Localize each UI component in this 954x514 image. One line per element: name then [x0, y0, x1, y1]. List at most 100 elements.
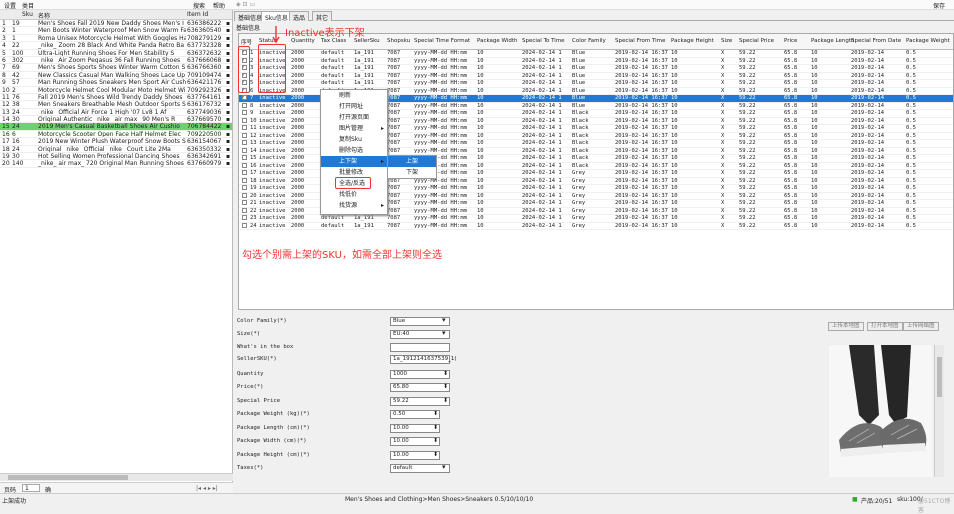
- listing-up-item[interactable]: 上架: [388, 156, 436, 167]
- context-menu-item[interactable]: 找低价: [321, 189, 387, 200]
- context-menu-item[interactable]: 上下架: [321, 156, 387, 167]
- grid-header-cell[interactable]: Special Time Format: [414, 38, 470, 44]
- grid-header-cell[interactable]: Package Height: [671, 38, 714, 44]
- field-input[interactable]: 65.80: [390, 383, 450, 392]
- col-sku[interactable]: Sku: [22, 11, 33, 18]
- table-row[interactable]: 9 57 Man Running Shoes Sneakers Men Sport …: [0, 79, 232, 87]
- table-row[interactable]: 13 24 _nike_ Official Air Force 1 High '07…: [0, 109, 232, 117]
- table-row[interactable]: 16 6 Motorcycle Scooter Open Face Half Hel…: [0, 131, 232, 139]
- chevron-down-icon[interactable]: ▾: [442, 463, 446, 471]
- listing-down-item[interactable]: 下架: [388, 167, 436, 178]
- row-checkbox[interactable]: [242, 222, 247, 228]
- grid-header-cell[interactable]: Package Length: [811, 38, 855, 44]
- pager-nav-buttons[interactable]: |◂ ◂ ▸ ▸|: [196, 485, 218, 492]
- page-input[interactable]: 1: [22, 484, 40, 492]
- context-menu-item[interactable]: 打开源页面: [321, 112, 387, 123]
- context-menu-item[interactable]: 刷新: [321, 90, 387, 101]
- row-checkbox[interactable]: [242, 102, 247, 108]
- row-checkbox[interactable]: [242, 147, 247, 153]
- tab-selection[interactable]: 选品: [289, 11, 310, 22]
- grid-row[interactable]: 24 inactive 2000 default 1a_191 7087 yyyy-MM-d…: [239, 222, 953, 230]
- stepper-icon[interactable]: ⬍: [433, 437, 438, 444]
- grid-header-cell[interactable]: Special From Date: [851, 38, 901, 44]
- field-input[interactable]: 59.22: [390, 397, 450, 406]
- upload-web-image-button[interactable]: 上传网络图: [903, 322, 939, 331]
- table-row[interactable]: 19 30 Hot Selling Women Professional Danci…: [0, 153, 232, 161]
- stepper-icon[interactable]: ⬍: [433, 410, 438, 417]
- grid-header-cell[interactable]: Size: [721, 38, 732, 44]
- row-checkbox[interactable]: [242, 155, 247, 160]
- row-checkbox[interactable]: [242, 125, 247, 130]
- grid-row[interactable]: 3inactive2000default1a_1917087yyyy-MM-dd…: [239, 65, 953, 73]
- table-row[interactable]: 20 140 _nike_ air max_ 720 Original Man Ru…: [0, 160, 232, 168]
- row-checkbox[interactable]: [242, 192, 247, 198]
- table-row[interactable]: 15 24 2019 Men's Casual Basketball Shoes A…: [0, 123, 232, 131]
- field-input[interactable]: Blue: [390, 317, 450, 326]
- table-row[interactable]: 6 302 _nike_ Air Zoom Pegasus 36 Fall Runn…: [0, 57, 232, 65]
- grid-header-cell[interactable]: Shopsku: [387, 38, 410, 44]
- row-checkbox[interactable]: [242, 110, 247, 115]
- row-checkbox[interactable]: [242, 117, 247, 123]
- grid-header-cell[interactable]: Package Width: [477, 38, 518, 44]
- grid-header-cell[interactable]: Special From Time: [615, 38, 665, 44]
- context-menu-item[interactable]: 打开网址: [321, 101, 387, 112]
- table-row[interactable]: 4 22 _nike_ Zoom 28 Black And White Panda …: [0, 42, 232, 50]
- grid-header-cell[interactable]: Special To Time: [522, 38, 565, 44]
- row-checkbox[interactable]: [242, 207, 247, 213]
- grid-header-cell[interactable]: Special Price: [739, 38, 774, 44]
- chevron-down-icon[interactable]: ▾: [442, 329, 446, 337]
- save-button[interactable]: 保存: [933, 1, 945, 10]
- menu-settings[interactable]: 设置: [4, 1, 16, 10]
- menu-category[interactable]: 类目: [22, 1, 34, 10]
- menu-help[interactable]: 帮助: [213, 1, 225, 10]
- table-row[interactable]: 7 69 Men's Shoes Sports Shoes Winter Warm …: [0, 64, 232, 72]
- stepper-icon[interactable]: ⬍: [443, 397, 448, 404]
- stepper-icon[interactable]: ⬍: [433, 424, 438, 431]
- context-menu-item[interactable]: 图片管理: [321, 123, 387, 134]
- row-checkbox[interactable]: [242, 177, 247, 183]
- grid-header-cell[interactable]: Color Family: [572, 38, 606, 44]
- grid-header-cell[interactable]: 序号: [241, 38, 252, 46]
- grid-row[interactable]: 2inactive2000default1a_1917087yyyy-MM-dd…: [239, 57, 953, 65]
- context-menu-item[interactable]: 删除勾选: [321, 145, 387, 156]
- row-checkbox[interactable]: [242, 170, 247, 175]
- table-row[interactable]: 11 76 Fall 2019 Men's Shoes Wild Trendy Da…: [0, 94, 232, 102]
- context-menu-item[interactable]: 复制Sku: [321, 134, 387, 145]
- stepper-icon[interactable]: ⬍: [443, 370, 448, 377]
- grid-header-cell[interactable]: Package Weight: [906, 38, 950, 44]
- horizontal-scrollbar[interactable]: [0, 473, 233, 481]
- row-checkbox[interactable]: [242, 140, 247, 145]
- table-row[interactable]: 18 24 Original _nike_ Official _nike_ Cour…: [0, 146, 232, 154]
- grid-row[interactable]: 1inactive2000default1a_1917087yyyy-MM-dd…: [239, 50, 953, 58]
- table-row[interactable]: 5 100 Ultra-Light Running Shoes For Men St…: [0, 50, 232, 57]
- sub-tab-basic-info[interactable]: 基础信息: [236, 23, 260, 32]
- grid-header-cell[interactable]: Price: [784, 38, 797, 44]
- field-input[interactable]: 1000: [390, 370, 450, 379]
- table-row[interactable]: 3 1 Roma Unisex Motorcycle Helmet With Gog…: [0, 35, 232, 43]
- field-input[interactable]: EU:40: [390, 330, 450, 339]
- col-name[interactable]: 名称: [38, 11, 50, 20]
- grid-row[interactable]: 23 inactive 2000 default 1a_191 7087 yyyy-MM-d…: [239, 215, 953, 223]
- chevron-down-icon[interactable]: ▾: [442, 316, 446, 324]
- stepper-icon[interactable]: ⬍: [443, 383, 448, 390]
- context-menu-item[interactable]: 找货源: [321, 200, 387, 211]
- row-checkbox[interactable]: [242, 132, 247, 138]
- row-checkbox[interactable]: [242, 95, 247, 100]
- table-row[interactable]: 8 42 New Classics Casual Man Walking Shoes…: [0, 72, 232, 80]
- row-checkbox[interactable]: [242, 215, 247, 220]
- toolbar-icons[interactable]: ◈ ⊡ ▭: [236, 1, 255, 8]
- upload-local-image-button[interactable]: 上传本地图: [828, 322, 864, 331]
- table-row[interactable]: 12 38 Men Sneakers Breathable Mesh Outdoor…: [0, 101, 232, 109]
- row-checkbox[interactable]: [242, 185, 247, 190]
- stepper-icon[interactable]: ⬍: [433, 451, 438, 458]
- table-row[interactable]: 1 19 Men's Shoes Fall 2019 New Daddy Shoes…: [0, 20, 232, 28]
- field-input[interactable]: default: [390, 464, 450, 473]
- image-scrollbar[interactable]: [934, 345, 944, 477]
- row-checkbox[interactable]: [242, 200, 247, 205]
- menu-search[interactable]: 搜索: [193, 1, 205, 10]
- open-local-image-button[interactable]: 打开本地图: [867, 322, 903, 331]
- field-input[interactable]: [390, 343, 450, 352]
- col-item-id[interactable]: Item Id: [187, 11, 208, 18]
- grid-row[interactable]: 5inactive2000default1a_1917087yyyy-MM-dd…: [239, 80, 953, 88]
- table-row[interactable]: 17 16 2019 New Winter Plush Waterproof Sno…: [0, 138, 232, 146]
